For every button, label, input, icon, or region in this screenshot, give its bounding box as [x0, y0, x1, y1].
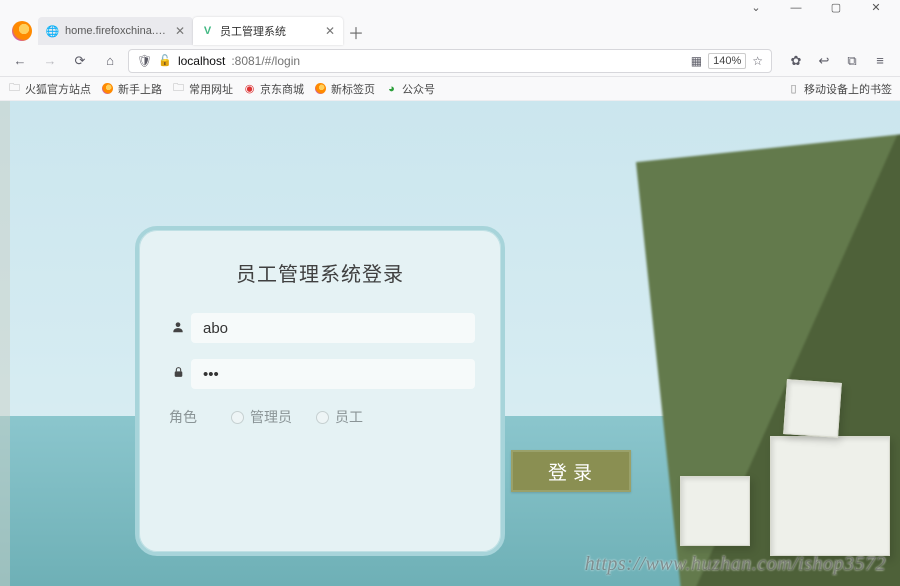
- history-back-icon[interactable]: ↩: [812, 49, 836, 73]
- address-bar: ← → ⟳ ⌂ 🛡 🔓 localhost :8081/#/login ▦ 140…: [0, 45, 900, 77]
- bookmarks-bar: 🗀 火狐官方站点 新手上路 🗀 常用网址 ◉ 京东商城 新标签页 ◕ 公众号 ▯…: [0, 77, 900, 101]
- extension-icon[interactable]: ✿: [784, 49, 808, 73]
- new-tab-button[interactable]: ＋: [343, 19, 369, 45]
- bookmark-label: 京东商城: [260, 81, 304, 97]
- role-radio-staff[interactable]: 员工: [316, 407, 363, 427]
- radio-icon: [231, 411, 244, 424]
- nav-back-icon[interactable]: ←: [8, 49, 32, 73]
- bookmark-star-icon[interactable]: ☆: [752, 54, 763, 68]
- shield-icon: 🛡: [137, 54, 152, 68]
- bookmark-label: 火狐官方站点: [25, 81, 91, 97]
- bookmark-item[interactable]: 🗀 火狐官方站点: [8, 81, 91, 97]
- background-edge: [0, 101, 10, 586]
- nav-forward-icon[interactable]: →: [38, 49, 62, 73]
- tab-title: 员工管理系统: [220, 23, 319, 39]
- role-row: 角色 管理员 员工: [169, 407, 473, 427]
- zoom-level[interactable]: 140%: [708, 53, 746, 69]
- bookmark-item[interactable]: 🗀 常用网址: [172, 81, 233, 97]
- radio-icon: [316, 411, 329, 424]
- window-maximize-icon[interactable]: ▢: [816, 0, 856, 15]
- password-input[interactable]: [191, 359, 475, 389]
- password-field: [165, 359, 475, 389]
- close-icon[interactable]: ✕: [325, 24, 335, 38]
- background-cube: [680, 476, 750, 546]
- tab-home[interactable]: 🌐 home.firefoxchina.cn/?from=ext... ✕: [38, 17, 193, 45]
- firefox-favicon-icon: [314, 82, 327, 95]
- wechat-favicon-icon: ◕: [385, 82, 398, 95]
- lock-icon: [165, 366, 191, 382]
- user-icon: [165, 320, 191, 337]
- window-minimize-icon[interactable]: ―: [776, 0, 816, 15]
- library-icon[interactable]: ⧉: [840, 49, 864, 73]
- vue-icon: V: [201, 25, 214, 38]
- window-restore-down-icon[interactable]: ⌄: [736, 0, 776, 15]
- login-button-label: 登录: [544, 458, 598, 485]
- close-icon[interactable]: ✕: [175, 24, 185, 38]
- tab-app[interactable]: V 员工管理系统 ✕: [193, 17, 343, 45]
- login-title: 员工管理系统登录: [167, 258, 473, 287]
- window-titlebar: ⌄ ― ▢ ✕: [0, 0, 900, 15]
- nav-home-icon[interactable]: ⌂: [98, 49, 122, 73]
- nav-reload-icon[interactable]: ⟳: [68, 49, 92, 73]
- tab-title: home.firefoxchina.cn/?from=ext...: [65, 25, 169, 37]
- jd-favicon-icon: ◉: [243, 82, 256, 95]
- url-input[interactable]: 🛡 🔓 localhost :8081/#/login ▦ 140% ☆: [128, 49, 772, 73]
- bookmark-label: 新标签页: [331, 81, 375, 97]
- role-radio-admin[interactable]: 管理员: [231, 407, 292, 427]
- lock-insecure-icon: 🔓: [158, 54, 172, 67]
- background-cube: [770, 436, 890, 556]
- mobile-icon: ▯: [787, 82, 800, 95]
- radio-label: 员工: [335, 407, 363, 427]
- page-content: 员工管理系统登录 角色 管理员 员工 登录: [0, 101, 900, 586]
- bookmark-label: 移动设备上的书签: [804, 81, 892, 97]
- username-input[interactable]: [191, 313, 475, 343]
- bookmark-item[interactable]: ◉ 京东商城: [243, 81, 304, 97]
- bookmark-item[interactable]: ◕ 公众号: [385, 81, 435, 97]
- bookmark-item[interactable]: 新手上路: [101, 81, 162, 97]
- url-path: :8081/#/login: [231, 54, 300, 68]
- login-card: 员工管理系统登录 角色 管理员 员工 登录: [135, 226, 505, 556]
- watermark-text: https://www.huzhan.com/ishop3572: [585, 553, 886, 576]
- qr-icon[interactable]: ▦: [691, 54, 702, 68]
- url-host: localhost: [178, 54, 225, 68]
- firefox-logo-icon: [12, 21, 32, 41]
- tab-strip: 🌐 home.firefoxchina.cn/?from=ext... ✕ V …: [0, 15, 900, 45]
- background-cube: [783, 379, 842, 438]
- folder-icon: 🗀: [8, 82, 21, 95]
- bookmark-label: 常用网址: [189, 81, 233, 97]
- firefox-favicon-icon: [101, 82, 114, 95]
- mobile-bookmarks[interactable]: ▯ 移动设备上的书签: [787, 81, 892, 97]
- radio-label: 管理员: [250, 407, 292, 427]
- app-menu-icon[interactable]: ≡: [868, 49, 892, 73]
- folder-icon: 🗀: [172, 82, 185, 95]
- globe-icon: 🌐: [46, 25, 59, 38]
- role-label: 角色: [169, 407, 197, 427]
- username-field: [165, 313, 475, 343]
- login-button[interactable]: 登录: [511, 450, 631, 492]
- bookmark-label: 公众号: [402, 81, 435, 97]
- window-close-icon[interactable]: ✕: [856, 0, 896, 15]
- bookmark-item[interactable]: 新标签页: [314, 81, 375, 97]
- bookmark-label: 新手上路: [118, 81, 162, 97]
